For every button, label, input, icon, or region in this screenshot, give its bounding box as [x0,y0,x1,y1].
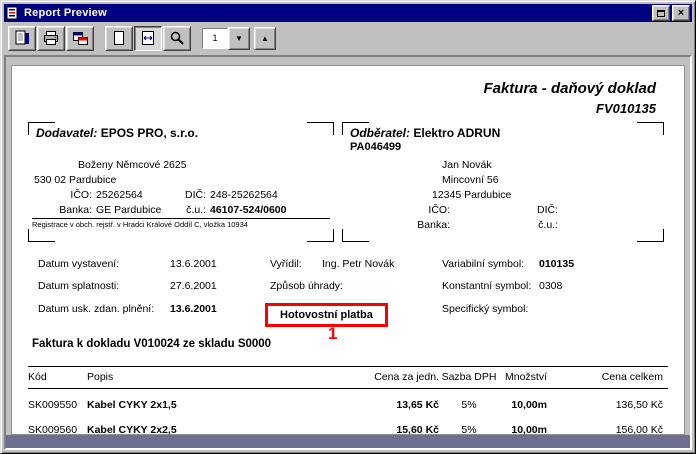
specific-symbol-label: Specifický symbol: [442,303,528,315]
annotation-marker: 1 [328,324,337,344]
customer-city: 12345 Pardubice [346,188,662,203]
customer-label: Odběratel: [350,126,410,140]
customer-dic-label: DIČ: [514,203,558,218]
whole-page-view-button[interactable] [105,26,133,51]
customer-name: Elektro ADRUN [413,126,500,140]
item-quantity: 10,00m [490,399,547,411]
customer-bank-value [454,218,510,233]
detail-row: Datum splatnosti: 27.6.2001 Způsob úhrad… [28,280,674,298]
supplier-label: Dodavatel: [36,126,97,140]
supplier-dic-value: 248-25262564 [210,188,332,203]
issue-date-label: Datum vystavení: [38,258,119,270]
supplier-dic-label: DIČ: [166,188,206,203]
payment-method-label: Způsob úhrady: [270,280,343,292]
window-title: Report Preview [24,7,650,19]
supplier-street: Boženy Němcové 2625 [32,158,332,173]
maximize-button[interactable] [652,5,670,21]
corner-mark [307,122,334,135]
report-page: Faktura - daňový doklad FV010135 Dodavat… [11,65,685,435]
toolbar-separator [192,24,202,52]
corner-mark [637,122,664,135]
detail-row: Datum vystavení: 13.6.2001 Vyřídil: Ing.… [28,258,674,276]
toolbar: 1 ▼ ▲ [4,22,692,54]
variable-symbol-value: 010135 [539,258,574,270]
preview-area: Faktura - daňový doklad FV010135 Dodavat… [4,55,692,450]
maximize-icon [657,10,665,17]
toolbar-separator [95,24,105,52]
due-date-value: 27.6.2001 [170,280,217,292]
header-unit-price: Cena za jedn. [354,371,439,383]
supplier-name: EPOS PRO, s.r.o. [101,126,198,140]
payment-method-highlight: Hotovostní platba [265,303,388,327]
corner-mark [28,229,55,242]
whole-page-icon [111,30,127,46]
tax-date-value: 13.6.2001 [170,303,217,315]
page-width-view-button[interactable] [134,26,162,51]
print-button[interactable] [37,26,65,51]
supplier-city: 530 02 Pardubice [32,173,332,188]
customer-block: Odběratel: Elektro ADRUN PA046499 Jan No… [342,122,664,242]
zoom-icon [169,30,185,46]
issue-date-value: 13.6.2001 [170,258,217,270]
print-icon [43,30,59,46]
supplier-account-value: 46107-524/0600 [210,203,332,218]
variable-symbol-label: Variabilní symbol: [442,258,524,270]
supplier-bank-value: GE Pardubice [96,203,162,218]
report-button[interactable] [8,26,36,51]
customer-account-value [562,218,662,233]
item-total: 136,50 Kč [553,399,663,411]
page-setup-icon [72,30,88,46]
supplier-registration: Registrace v obch. rejstř. v Hradci Král… [32,218,330,229]
report-preview-window: Report Preview × 1 ▼ ▲ Faktura - daň [0,0,696,454]
customer-bank-label: Banka: [346,218,450,233]
titlebar[interactable]: Report Preview × [4,4,692,22]
constant-symbol-label: Konstantní symbol: [442,280,531,292]
header-total: Cena celkem [553,371,663,383]
page-setup-button[interactable] [66,26,94,51]
close-button[interactable]: × [672,5,690,21]
customer-dic-value [562,203,662,218]
close-icon: × [678,8,684,19]
page-up-button[interactable]: ▲ [254,27,276,50]
page-number-display[interactable]: 1 [202,28,228,49]
due-date-label: Datum splatnosti: [38,280,119,292]
report-icon [14,30,30,46]
chevron-up-icon: ▲ [261,34,269,43]
page-down-button[interactable]: ▼ [228,27,250,50]
header-description: Popis [87,371,113,383]
supplier-account-label: č.u.: [166,203,206,218]
detail-row: Datum usk. zdan. plnění: 13.6.2001 Hotov… [28,303,674,321]
customer-ico-label: IČO: [346,203,450,218]
customer-contact: Jan Novák [346,158,662,173]
header-quantity: Množství [490,371,547,383]
zoom-button[interactable] [163,26,191,51]
supplier-block: Dodavatel: EPOS PRO, s.r.o. Boženy Němco… [28,122,334,242]
item-code: SK009550 [28,399,77,411]
handler-value: Ing. Petr Novák [322,258,394,270]
supplier-ico-label: IČO: [32,188,92,203]
customer-ico-value [454,203,510,218]
chevron-down-icon: ▼ [235,34,243,43]
horizontal-scrollbar[interactable] [6,435,690,448]
handler-label: Vyřídil: [270,258,302,270]
supplier-bank-label: Banka: [32,203,92,218]
invoice-number: FV010135 [596,101,656,116]
invoice-reference: Faktura k dokladu V010024 ze skladu S000… [32,338,271,350]
item-row: SK009550 Kabel CYKY 2x1,5 13,65 Kč 5% 10… [28,399,668,415]
customer-street: Mincovní 56 [346,173,662,188]
page-width-icon [140,30,156,46]
invoice-title: Faktura - daňový doklad [483,80,656,97]
tax-date-label: Datum usk. zdan. plnění: [38,303,154,315]
header-code: Kód [28,371,47,383]
item-name: Kabel CYKY 2x1,5 [87,399,177,411]
constant-symbol-value: 0308 [539,280,562,292]
customer-account-label: č.u.: [514,218,558,233]
customer-code: PA046499 [350,141,401,153]
corner-mark [307,229,334,242]
app-icon [6,6,20,20]
supplier-ico-value: 25262564 [96,188,162,203]
items-table-header: Kód Popis Cena za jedn. Sazba DPH Množst… [28,366,668,389]
item-unit-price: 13,65 Kč [354,399,439,411]
